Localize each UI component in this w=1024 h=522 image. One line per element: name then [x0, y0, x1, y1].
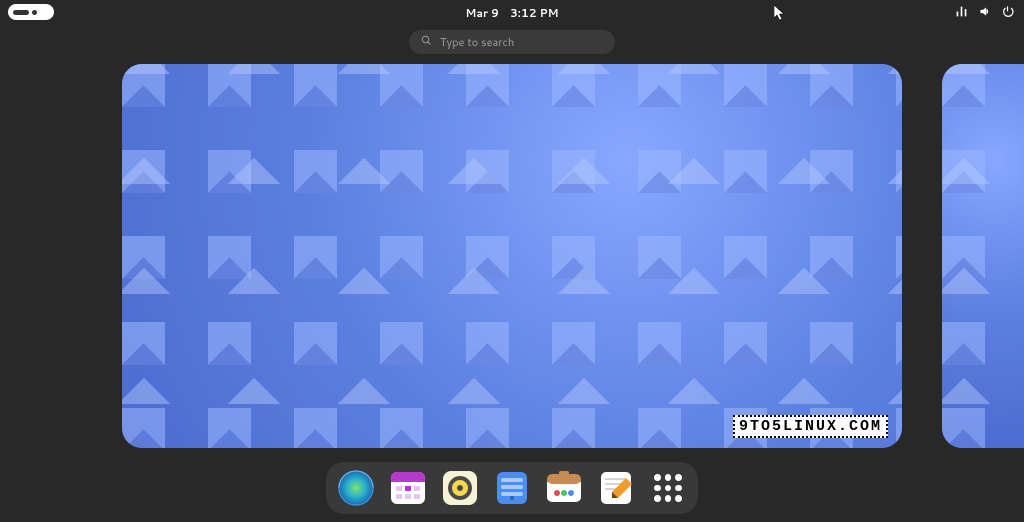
- app-grid-icon: [648, 468, 688, 508]
- app-calendar[interactable]: [388, 468, 428, 508]
- status-area[interactable]: [955, 0, 1014, 26]
- search-placeholder: Type to search: [440, 34, 514, 50]
- clock-time: 3:12 PM: [510, 5, 559, 21]
- workspaces-overview: 9TO5LINUX.COM: [0, 64, 1024, 448]
- app-software[interactable]: [544, 468, 584, 508]
- wallpaper: [122, 64, 902, 448]
- workspace-1[interactable]: 9TO5LINUX.COM: [122, 64, 902, 448]
- wallpaper: [942, 64, 1024, 448]
- app-files[interactable]: [492, 468, 532, 508]
- search-bar[interactable]: Type to search: [409, 30, 615, 54]
- clock-date: Mar 9: [465, 5, 499, 21]
- workspace-2[interactable]: [942, 64, 1024, 448]
- app-text-editor[interactable]: [596, 468, 636, 508]
- search-icon: [421, 34, 432, 50]
- dash-dock: [326, 462, 698, 514]
- top-bar: Mar 9 3:12 PM: [0, 0, 1024, 26]
- volume-icon: [978, 5, 991, 22]
- app-grid-button[interactable]: [648, 468, 688, 508]
- activities-button[interactable]: [8, 4, 54, 20]
- clock-button[interactable]: Mar 9 3:12 PM: [465, 5, 558, 21]
- app-web-browser[interactable]: [336, 468, 376, 508]
- watermark-text: 9TO5LINUX.COM: [733, 415, 888, 438]
- network-icon: [955, 5, 968, 22]
- power-icon: [1001, 5, 1014, 22]
- app-music-player[interactable]: [440, 468, 480, 508]
